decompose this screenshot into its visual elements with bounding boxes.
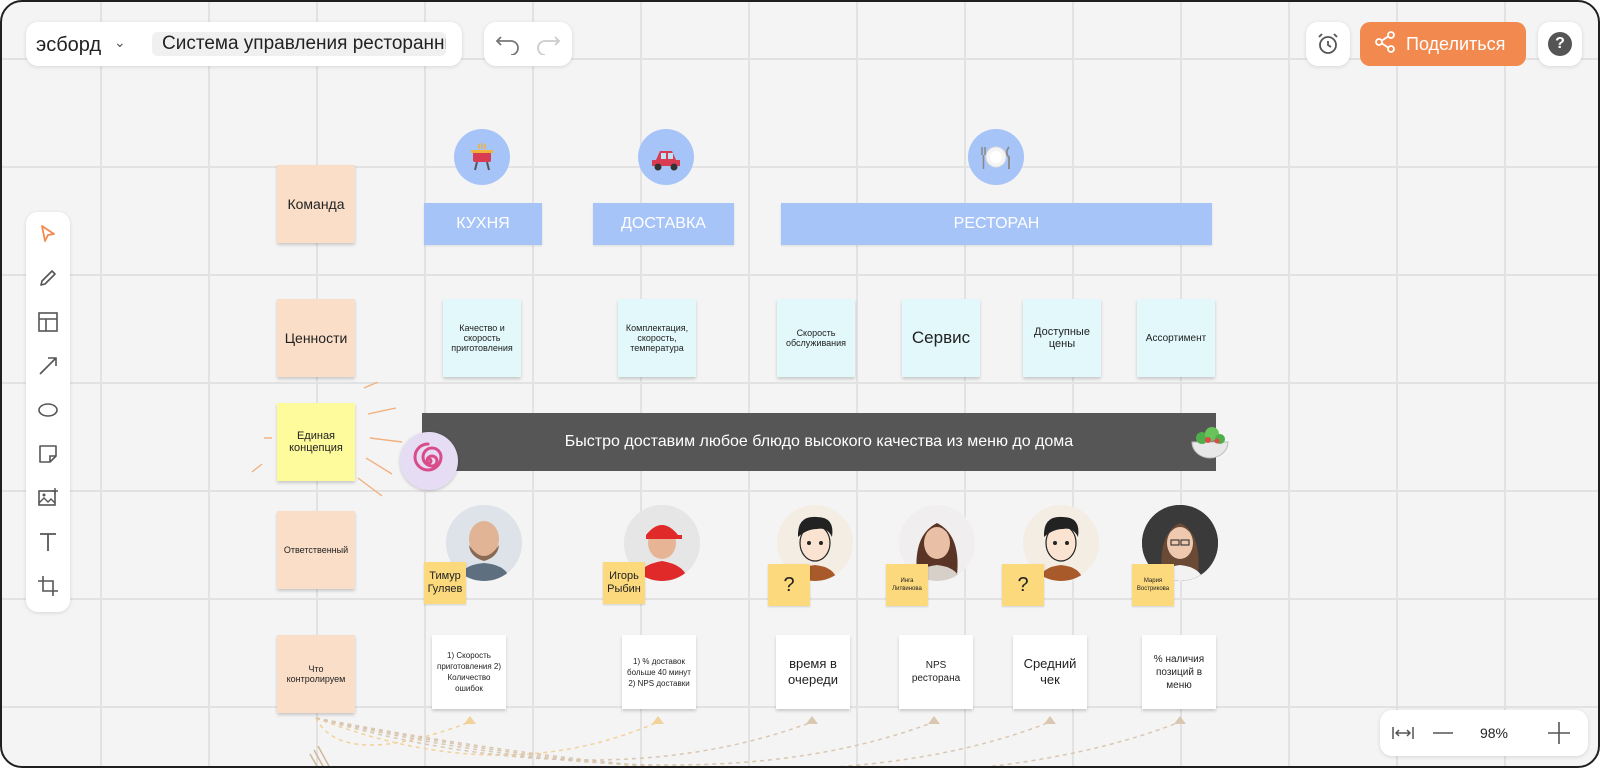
value-sticky[interactable]: Сервис bbox=[902, 299, 980, 377]
control-sticky[interactable]: Средний чек bbox=[1013, 635, 1087, 709]
zoom-level[interactable]: 98% bbox=[1466, 718, 1522, 748]
restaurant-plate-icon bbox=[968, 129, 1024, 185]
concept-banner[interactable]: Быстро доставим любое блюдо высокого кач… bbox=[422, 413, 1216, 471]
responsible-note[interactable]: Тимур Гуляев bbox=[424, 562, 466, 604]
responsible-note[interactable]: Мария Вострикова bbox=[1132, 564, 1174, 606]
responsible-note[interactable]: Инга Литвинова bbox=[886, 564, 928, 606]
left-toolbar bbox=[26, 212, 70, 612]
alarm-clock-icon bbox=[1312, 28, 1344, 60]
app-name[interactable]: эсборд bbox=[36, 34, 101, 57]
frame-tool-icon[interactable] bbox=[32, 570, 64, 602]
board-header-panel: эсборд ⌄ Система управления ресторанным … bbox=[26, 22, 462, 66]
control-sticky[interactable]: % наличия позиций в меню bbox=[1142, 635, 1216, 709]
highlight-sparks bbox=[251, 382, 403, 497]
ellipse-tool-icon[interactable] bbox=[32, 394, 64, 426]
row-label-team[interactable]: Команда bbox=[277, 165, 355, 243]
share-button[interactable]: Поделиться bbox=[1360, 22, 1526, 66]
zoom-controls: 98% bbox=[1380, 710, 1588, 756]
sticky-note-tool-icon[interactable] bbox=[32, 438, 64, 470]
row-label-controls[interactable]: Что контролируем bbox=[277, 635, 355, 713]
share-label: Поделиться bbox=[1406, 33, 1506, 54]
responsible-note[interactable]: ? bbox=[768, 564, 810, 606]
spiral-icon bbox=[400, 432, 458, 490]
control-sticky[interactable]: NPS ресторана bbox=[899, 635, 973, 709]
responsible-note[interactable]: ? bbox=[1002, 564, 1044, 606]
pen-tool-icon[interactable] bbox=[32, 262, 64, 294]
canvas[interactable]: эсборд ⌄ Система управления ресторанным … bbox=[0, 0, 1600, 768]
fit-width-icon[interactable] bbox=[1388, 718, 1418, 748]
row-label-values[interactable]: Ценности bbox=[277, 299, 355, 377]
help-button[interactable]: ? bbox=[1538, 22, 1582, 66]
template-tool-icon[interactable] bbox=[32, 306, 64, 338]
chevron-down-icon[interactable]: ⌄ bbox=[114, 34, 126, 51]
redo-icon[interactable] bbox=[532, 28, 564, 60]
kitchen-grill-icon bbox=[454, 129, 510, 185]
history-panel bbox=[484, 22, 572, 66]
zoom-in-icon[interactable] bbox=[1544, 718, 1574, 748]
value-sticky[interactable]: Ассортимент bbox=[1137, 299, 1215, 377]
connector-lines bbox=[309, 716, 1186, 766]
team-restaurant[interactable]: РЕСТОРАН bbox=[781, 203, 1212, 245]
value-sticky[interactable]: Скорость обслуживания bbox=[777, 299, 855, 377]
undo-icon[interactable] bbox=[492, 28, 524, 60]
help-icon: ? bbox=[1548, 32, 1572, 56]
board-title[interactable]: Система управления ресторанным бизнесом bbox=[152, 32, 446, 56]
team-kitchen[interactable]: КУХНЯ bbox=[424, 203, 542, 245]
control-sticky[interactable]: 1) Скорость приготовления 2) Количество … bbox=[432, 635, 506, 709]
team-delivery[interactable]: ДОСТАВКА bbox=[593, 203, 734, 245]
zoom-out-icon[interactable] bbox=[1428, 718, 1458, 748]
salad-bowl-icon bbox=[1188, 420, 1232, 464]
select-tool-icon[interactable] bbox=[32, 218, 64, 250]
arrow-tool-icon[interactable] bbox=[32, 350, 64, 382]
control-sticky[interactable]: 1) % доставок больше 40 минут 2) NPS дос… bbox=[622, 635, 696, 709]
value-sticky[interactable]: Доступные цены bbox=[1023, 299, 1101, 377]
responsible-note[interactable]: Игорь Рыбин bbox=[603, 562, 645, 604]
share-icon bbox=[1374, 30, 1396, 58]
value-sticky[interactable]: Комплектация, скорость, температура bbox=[618, 299, 696, 377]
delivery-car-icon bbox=[638, 129, 694, 185]
row-label-responsible[interactable]: Ответственный bbox=[277, 511, 355, 589]
timer-button[interactable] bbox=[1306, 22, 1350, 66]
text-tool-icon[interactable] bbox=[32, 526, 64, 558]
value-sticky[interactable]: Качество и скорость приготовления bbox=[443, 299, 521, 377]
image-tool-icon[interactable] bbox=[32, 482, 64, 514]
control-sticky[interactable]: время в очереди bbox=[776, 635, 850, 709]
